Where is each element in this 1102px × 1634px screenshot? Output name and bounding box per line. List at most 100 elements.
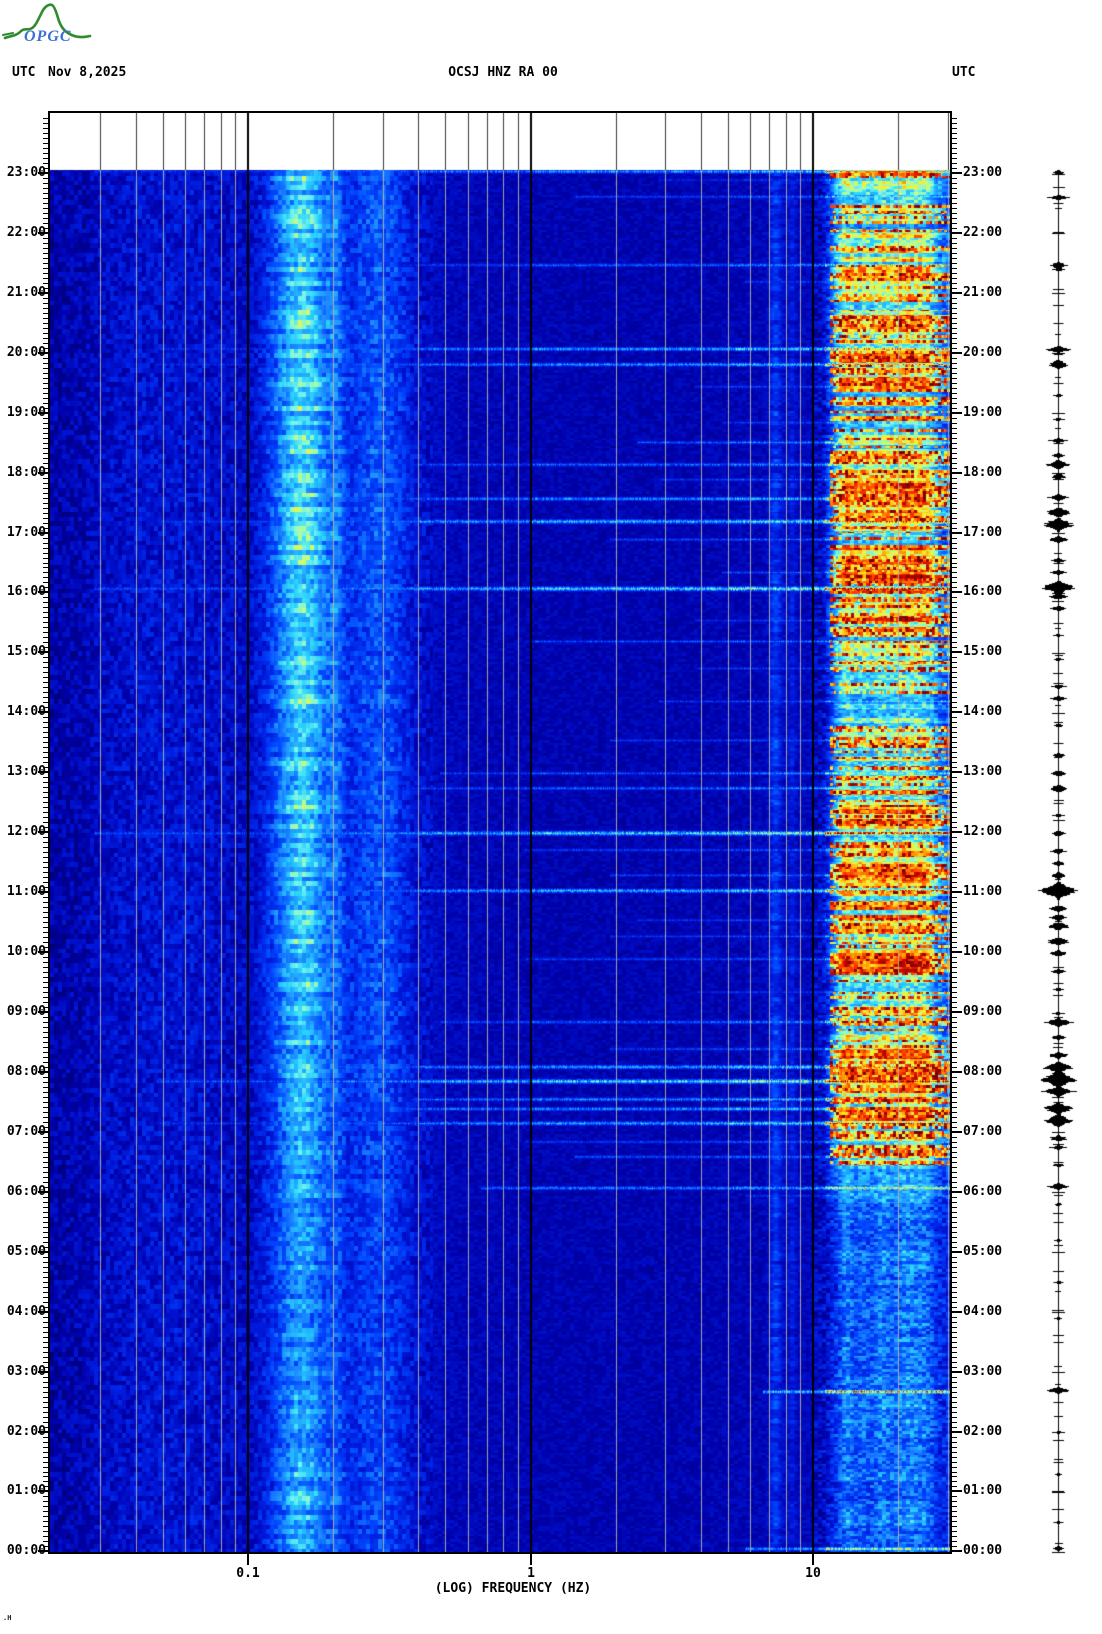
time-tick xyxy=(950,1536,957,1538)
time-tick xyxy=(950,982,957,984)
time-tick xyxy=(43,1521,50,1523)
time-tick xyxy=(950,1066,957,1068)
time-tick xyxy=(950,237,957,239)
time-tick xyxy=(950,307,957,309)
time-tick xyxy=(43,1176,50,1178)
time-tick xyxy=(950,1201,957,1203)
time-tick xyxy=(43,442,50,444)
time-tick xyxy=(43,427,50,429)
time-tick xyxy=(950,1291,957,1293)
time-tick xyxy=(950,142,957,144)
time-tick xyxy=(950,152,957,154)
time-tick xyxy=(43,1456,50,1458)
time-tick xyxy=(43,507,50,509)
time-tick xyxy=(43,1381,50,1383)
time-tick xyxy=(43,1511,50,1513)
time-tick xyxy=(43,582,50,584)
spectrogram-page: { "header": { "utc_left": "UTC", "date":… xyxy=(0,0,1102,1634)
time-tick xyxy=(43,127,50,129)
time-tick xyxy=(950,1166,957,1168)
time-tick xyxy=(43,1526,50,1528)
time-tick xyxy=(950,1396,957,1398)
time-tick xyxy=(950,337,957,339)
time-tick xyxy=(43,1261,50,1263)
time-tick xyxy=(950,807,957,809)
time-tick xyxy=(43,1146,50,1148)
time-tick xyxy=(950,762,957,764)
time-tick xyxy=(950,1286,957,1288)
time-tick xyxy=(950,471,962,474)
time-tick xyxy=(43,1266,50,1268)
time-tick xyxy=(43,552,50,554)
time-tick xyxy=(43,862,50,864)
time-tick xyxy=(950,1146,957,1148)
time-tick xyxy=(950,557,957,559)
time-tick xyxy=(950,147,957,149)
time-tick xyxy=(950,382,957,384)
time-tick xyxy=(950,1550,962,1553)
time-tick xyxy=(43,1226,50,1228)
time-tick xyxy=(950,1246,957,1248)
time-tick xyxy=(43,192,50,194)
time-tick xyxy=(43,1271,50,1273)
time-tick xyxy=(950,1486,957,1488)
freq-tick xyxy=(530,1552,532,1565)
time-tick xyxy=(950,1546,957,1548)
time-tick xyxy=(950,262,957,264)
time-tick xyxy=(43,812,50,814)
time-tick xyxy=(43,282,50,284)
hour-label-right: 11:00 xyxy=(963,884,1003,900)
time-tick xyxy=(43,1411,50,1413)
time-tick xyxy=(43,697,50,699)
time-tick xyxy=(950,1461,957,1463)
time-tick xyxy=(43,1416,50,1418)
time-tick xyxy=(950,417,957,419)
time-tick xyxy=(43,1026,50,1028)
time-tick xyxy=(950,902,957,904)
time-tick xyxy=(43,732,50,734)
time-tick xyxy=(950,482,957,484)
time-tick xyxy=(950,1401,957,1403)
time-tick xyxy=(43,1051,50,1053)
time-tick xyxy=(950,327,957,329)
time-tick xyxy=(43,1002,50,1004)
time-tick xyxy=(950,122,957,124)
time-tick xyxy=(950,1186,957,1188)
time-tick xyxy=(43,1141,50,1143)
time-tick xyxy=(43,1466,50,1468)
time-tick xyxy=(43,1041,50,1043)
time-tick xyxy=(950,272,957,274)
time-tick xyxy=(43,1161,50,1163)
hour-label-right: 00:00 xyxy=(963,1543,1003,1559)
hour-label-right: 18:00 xyxy=(963,464,1003,480)
time-tick xyxy=(950,1076,957,1078)
time-tick xyxy=(950,342,957,344)
time-tick xyxy=(950,737,957,739)
time-tick xyxy=(950,357,957,359)
time-tick xyxy=(950,591,962,594)
time-tick xyxy=(43,1031,50,1033)
hour-label-right: 03:00 xyxy=(963,1363,1003,1379)
time-tick xyxy=(43,1501,50,1503)
hour-label-right: 14:00 xyxy=(963,704,1003,720)
time-tick xyxy=(950,1261,957,1263)
time-tick xyxy=(950,662,957,664)
time-tick xyxy=(43,1121,50,1123)
time-tick xyxy=(950,1426,957,1428)
time-tick xyxy=(950,1531,957,1533)
time-tick xyxy=(950,1316,957,1318)
time-tick xyxy=(950,1106,957,1108)
time-tick xyxy=(43,972,50,974)
time-tick xyxy=(950,492,957,494)
time-tick xyxy=(43,787,50,789)
time-tick xyxy=(950,212,957,214)
hour-label-right: 16:00 xyxy=(963,584,1003,600)
time-tick xyxy=(43,1201,50,1203)
hour-label-right: 04:00 xyxy=(963,1303,1003,1319)
time-tick xyxy=(43,617,50,619)
time-tick xyxy=(43,822,50,824)
time-tick xyxy=(950,197,957,199)
time-tick xyxy=(950,1101,957,1103)
time-tick xyxy=(43,1111,50,1113)
time-tick xyxy=(43,1386,50,1388)
